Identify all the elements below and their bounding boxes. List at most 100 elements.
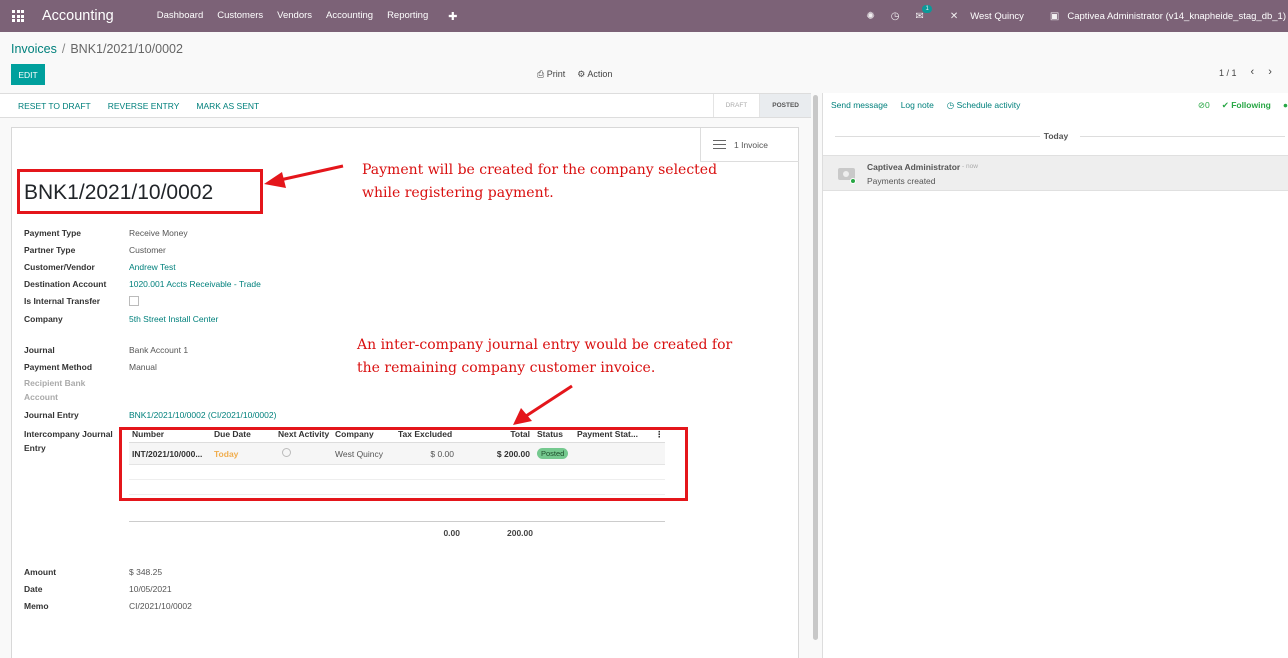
main-menu: Dashboard Customers Vendors Accounting R… xyxy=(150,10,465,23)
breadcrumb-invoices[interactable]: Invoices xyxy=(11,42,57,56)
form-scrollbar[interactable] xyxy=(813,95,818,640)
action-label: Action xyxy=(587,69,613,79)
memo-value: CI/2021/10/0002 xyxy=(129,601,192,611)
table-highlight-box xyxy=(119,427,688,501)
bug-icon[interactable]: ✺ xyxy=(866,11,874,22)
top-navbar: Accounting Dashboard Customers Vendors A… xyxy=(0,0,1288,32)
schedule-activity-button[interactable]: ◷ Schedule activity xyxy=(947,100,1021,111)
chevron-left-icon[interactable]: ‹ xyxy=(1251,66,1255,78)
user-avatar-icon[interactable]: ▣ xyxy=(1050,11,1059,22)
annotation-note-company: Payment will be created for the company … xyxy=(362,159,717,205)
edit-button[interactable]: EDIT xyxy=(11,64,45,85)
date-value: 10/05/2021 xyxy=(129,584,172,594)
following-label: Following xyxy=(1231,100,1271,110)
internal-transfer-label: Is Internal Transfer xyxy=(24,296,101,306)
message-author[interactable]: Captivea Administrator xyxy=(867,162,960,172)
partner-type-value: Customer xyxy=(129,245,166,255)
company-label: Company xyxy=(24,314,63,324)
payment-type-label: Payment Type xyxy=(24,228,82,238)
partner-link[interactable]: Andrew Test xyxy=(129,262,176,272)
paperclip-icon: ⊘ xyxy=(1197,100,1205,110)
followers-icon[interactable]: ● xyxy=(1283,100,1288,111)
form-statusbar: RESET TO DRAFT REVERSE ENTRY MARK AS SEN… xyxy=(0,93,811,118)
destination-account-label: Destination Account xyxy=(24,279,107,289)
status-step-draft[interactable]: DRAFT xyxy=(712,94,760,117)
intercompany-label-line2: Entry xyxy=(24,443,46,453)
menu-reporting[interactable]: Reporting xyxy=(380,10,435,23)
annotation-note-company-line2: while registering payment. xyxy=(362,185,554,201)
message-date: - now xyxy=(962,163,978,170)
pager-value[interactable]: 1 / 1 xyxy=(1219,68,1237,78)
gear-icon: ⚙ xyxy=(577,69,586,79)
reset-to-draft-button[interactable]: RESET TO DRAFT xyxy=(18,101,91,111)
print-button[interactable]: ⎙ Print xyxy=(537,69,565,80)
date-label: Date xyxy=(24,584,43,594)
activity-clock-icon[interactable]: ◷ xyxy=(891,11,900,22)
chatter-message: Captivea Administrator - now Payments cr… xyxy=(823,155,1288,191)
date-separator: Today xyxy=(823,131,1288,141)
check-icon: ✔ xyxy=(1221,100,1229,110)
annotation-note-intercompany-line2: the remaining company customer invoice. xyxy=(357,360,656,376)
attachments-button[interactable]: ⊘0 xyxy=(1198,100,1210,111)
print-icon: ⎙ xyxy=(537,69,545,79)
partner-label: Customer/Vendor xyxy=(24,262,95,272)
partner-type-label: Partner Type xyxy=(24,245,76,255)
journal-label: Journal xyxy=(24,345,55,355)
title-highlight-box xyxy=(17,169,263,214)
user-menu[interactable]: Captivea Administrator (v14_knapheide_st… xyxy=(1067,11,1286,22)
status-step-posted[interactable]: POSTED xyxy=(759,94,811,117)
chevron-right-icon[interactable]: › xyxy=(1268,66,1272,78)
action-button[interactable]: ⚙ Action xyxy=(577,69,612,80)
apps-grid-icon[interactable] xyxy=(12,10,24,22)
send-message-button[interactable]: Send message xyxy=(831,100,888,111)
amount-label: Amount xyxy=(24,567,57,577)
intercompany-label-line1: Intercompany Journal xyxy=(24,429,113,439)
annotation-note-intercompany: An inter-company journal entry would be … xyxy=(357,334,732,380)
company-switch-icon[interactable]: ✕ xyxy=(950,11,958,22)
footer-tax-excluded-total: 0.00 xyxy=(443,528,460,538)
message-body: Payments created xyxy=(867,176,936,186)
menu-dashboard[interactable]: Dashboard xyxy=(150,10,210,23)
chatter-panel: Send message Log note ◷ Schedule activit… xyxy=(822,93,1288,658)
recipient-bank-label-line1: Recipient Bank xyxy=(24,378,86,388)
messages-icon[interactable]: ✉ 1 xyxy=(915,4,932,22)
internal-transfer-checkbox[interactable] xyxy=(129,296,139,306)
annotation-note-intercompany-line1: An inter-company journal entry would be … xyxy=(357,337,733,353)
menu-accounting[interactable]: Accounting xyxy=(319,10,380,23)
app-title[interactable]: Accounting xyxy=(42,8,114,24)
messages-badge: 1 xyxy=(922,4,932,13)
mark-as-sent-button[interactable]: MARK AS SENT xyxy=(196,101,259,111)
payment-method-value: Manual xyxy=(129,362,157,372)
smart-button-label: 1 Invoice xyxy=(734,139,769,150)
attachments-count: 0 xyxy=(1204,100,1210,110)
invoice-smart-button[interactable]: 1 Invoice xyxy=(700,128,799,162)
plus-icon[interactable]: ✚ xyxy=(441,10,464,23)
amount-value: $ 348.25 xyxy=(129,567,163,577)
schedule-activity-label: Schedule activity xyxy=(956,100,1021,110)
log-note-button[interactable]: Log note xyxy=(901,100,934,111)
payment-method-label: Payment Method xyxy=(24,362,93,372)
pager: 1 / 1 ‹ › xyxy=(1219,66,1272,78)
print-label: Print xyxy=(546,69,566,79)
menu-customers[interactable]: Customers xyxy=(210,10,270,23)
following-button[interactable]: ✔ Following xyxy=(1222,100,1271,111)
reverse-entry-button[interactable]: REVERSE ENTRY xyxy=(108,101,180,111)
breadcrumb-separator: / xyxy=(61,42,66,56)
footer-total: 200.00 xyxy=(507,528,533,538)
clock-icon: ◷ xyxy=(946,100,955,110)
annotation-note-company-line1: Payment will be created for the company … xyxy=(362,162,718,178)
online-status-icon xyxy=(850,178,856,184)
intercompany-entry-label: Intercompany Journal Entry xyxy=(24,427,113,455)
journal-value: Bank Account 1 xyxy=(129,345,189,355)
breadcrumb: Invoices / BNK1/2021/10/0002 xyxy=(11,42,183,56)
avatar[interactable] xyxy=(836,164,858,184)
recipient-bank-label-line2: Account xyxy=(24,392,58,402)
company-switcher[interactable]: West Quincy xyxy=(970,11,1024,22)
recipient-bank-label: Recipient Bank Account xyxy=(24,376,85,404)
journal-entry-link[interactable]: BNK1/2021/10/0002 (CI/2021/10/0002) xyxy=(129,410,276,420)
company-link[interactable]: 5th Street Install Center xyxy=(129,314,218,324)
list-icon xyxy=(713,137,726,152)
memo-label: Memo xyxy=(24,601,49,611)
menu-vendors[interactable]: Vendors xyxy=(270,10,319,23)
destination-account-link[interactable]: 1020.001 Accts Receivable - Trade xyxy=(129,279,261,289)
